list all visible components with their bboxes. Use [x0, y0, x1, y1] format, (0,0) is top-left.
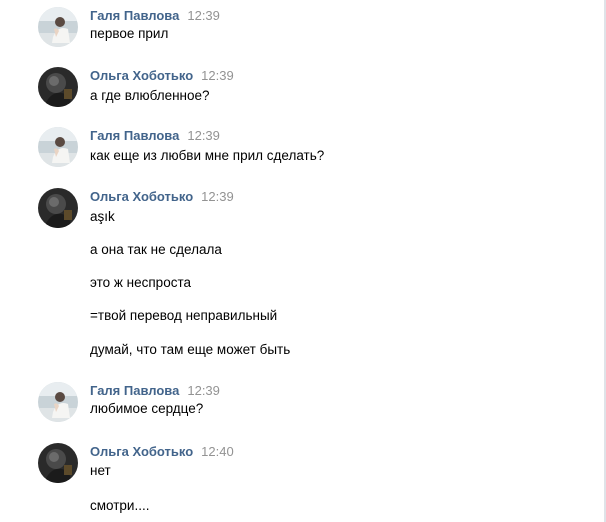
- message-time[interactable]: 12:40: [201, 444, 234, 459]
- avatar-galya[interactable]: [38, 382, 78, 422]
- author-name[interactable]: Галя Павлова: [90, 8, 179, 23]
- author-name[interactable]: Галя Павлова: [90, 383, 179, 398]
- message-time[interactable]: 12:39: [187, 8, 220, 23]
- message-text: первое прил: [90, 26, 169, 41]
- message-header: Галя Павлова 12:39: [90, 382, 220, 400]
- woman-photo-icon: [38, 7, 78, 47]
- message-header: Галя Павлова 12:39: [90, 7, 220, 25]
- woman-photo-icon: [38, 382, 78, 422]
- author-name[interactable]: Ольга Хоботько: [90, 444, 193, 459]
- avatar-olga[interactable]: [38, 67, 78, 107]
- dark-photo-icon: [38, 443, 78, 483]
- author-name[interactable]: Ольга Хоботько: [90, 68, 193, 83]
- message-time[interactable]: 12:39: [201, 189, 234, 204]
- message-header: Галя Павлова 12:39: [90, 127, 220, 145]
- message-text: любимое сердце?: [90, 401, 204, 416]
- message-header: Ольга Хоботько 12:40: [90, 443, 234, 461]
- message-text: нет: [90, 463, 111, 478]
- author-name[interactable]: Галя Павлова: [90, 128, 179, 143]
- avatar-galya[interactable]: [38, 127, 78, 167]
- avatar-olga[interactable]: [38, 443, 78, 483]
- woman-photo-icon: [38, 127, 78, 167]
- message-text: aşık: [90, 209, 115, 224]
- dark-photo-icon: [38, 188, 78, 228]
- message-text: а где влюбленное?: [90, 88, 210, 103]
- avatar-olga[interactable]: [38, 188, 78, 228]
- message-time[interactable]: 12:39: [187, 128, 220, 143]
- message-time[interactable]: 12:39: [187, 383, 220, 398]
- chat-history: Галя Павлова 12:39 первое прил Ольга Хобо…: [0, 0, 606, 522]
- message-text: думай, что там еще может быть: [90, 342, 291, 357]
- message-text: как еще из любви мне прил сделать?: [90, 148, 325, 163]
- message-text: смотри....: [90, 498, 150, 513]
- author-name[interactable]: Ольга Хоботько: [90, 189, 193, 204]
- avatar-galya[interactable]: [38, 7, 78, 47]
- message-header: Ольга Хоботько 12:39: [90, 188, 234, 206]
- message-text: =твой перевод неправильный: [90, 308, 278, 323]
- message-time[interactable]: 12:39: [201, 68, 234, 83]
- dark-photo-icon: [38, 67, 78, 107]
- message-text: это ж неспроста: [90, 275, 191, 290]
- message-text: а она так не сделала: [90, 242, 222, 257]
- message-header: Ольга Хоботько 12:39: [90, 67, 234, 85]
